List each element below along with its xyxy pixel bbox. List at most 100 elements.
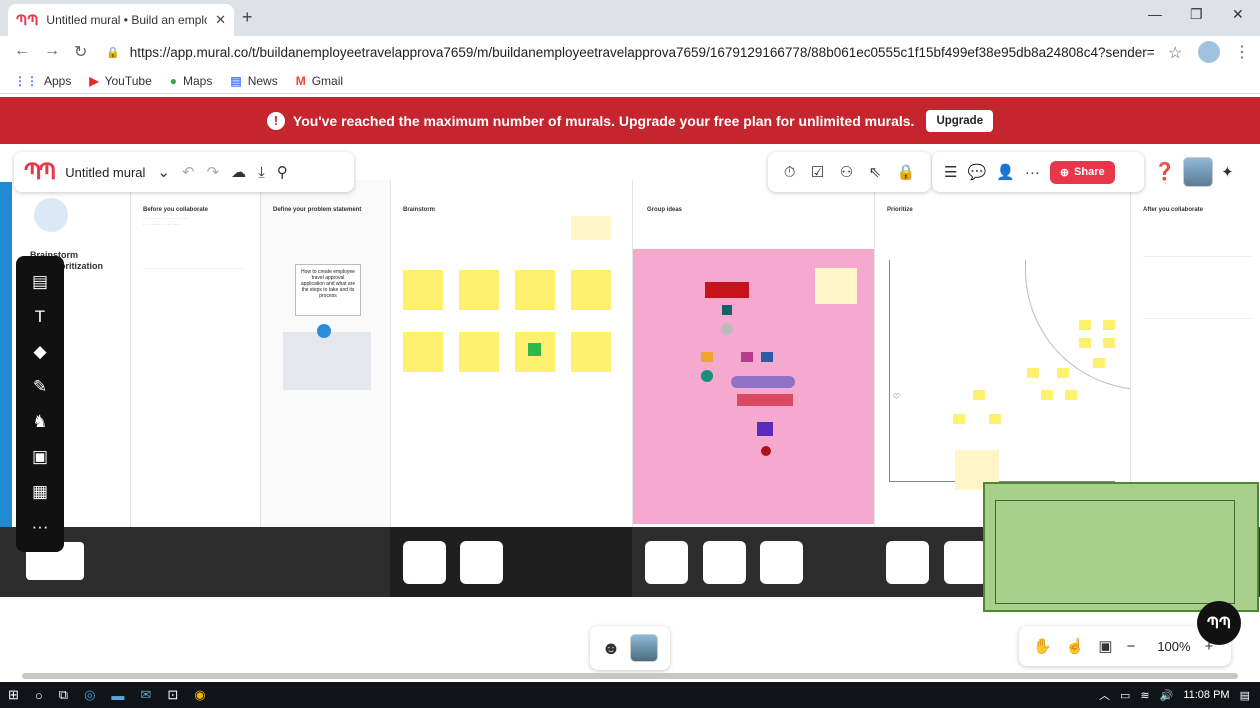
- sticky-group[interactable]: [459, 270, 499, 310]
- share-button[interactable]: ⊕ Share: [1049, 160, 1115, 184]
- help-icon[interactable]: ❓: [1154, 162, 1175, 182]
- shapes-tool-icon[interactable]: ◆: [33, 342, 46, 362]
- task-view-icon[interactable]: ⧉: [59, 687, 68, 703]
- sticky-note[interactable]: [1103, 320, 1115, 330]
- diagram-node-row[interactable]: [731, 376, 795, 388]
- tray-chevron-icon[interactable]: ︿: [1099, 687, 1110, 703]
- mail-icon[interactable]: ✉: [140, 687, 151, 703]
- voting-icon[interactable]: ☑: [811, 163, 824, 181]
- diagram-node[interactable]: [741, 352, 753, 362]
- diagram-node-row[interactable]: [737, 394, 793, 406]
- sticky-note[interactable]: [1057, 368, 1069, 378]
- map-toggle-icon[interactable]: ▣: [1098, 637, 1112, 655]
- mural-logo-icon[interactable]: ՊՊ: [24, 159, 56, 185]
- profile-avatar[interactable]: [1198, 41, 1220, 63]
- thumbnail[interactable]: [645, 541, 688, 584]
- store-icon[interactable]: ⊡: [167, 687, 178, 703]
- templates-tool-icon[interactable]: ▦: [32, 482, 48, 502]
- image-tool-icon[interactable]: ▣: [32, 447, 48, 467]
- chevron-down-icon[interactable]: ⌄: [157, 163, 170, 181]
- user-avatar[interactable]: [630, 634, 659, 662]
- sticky-group[interactable]: [403, 270, 443, 310]
- back-icon[interactable]: ←: [14, 42, 30, 60]
- file-explorer-icon[interactable]: ▬: [111, 688, 124, 703]
- windows-start-icon[interactable]: ⊞: [8, 687, 19, 703]
- sticky-note[interactable]: [1093, 358, 1105, 368]
- sticky-note[interactable]: [973, 390, 985, 400]
- diagram-root[interactable]: [705, 282, 749, 298]
- comments-icon[interactable]: 💬: [967, 163, 986, 181]
- bookmark-apps[interactable]: ⋮⋮ Apps: [14, 74, 71, 88]
- mural-help-fab[interactable]: ՊՊ: [1197, 601, 1241, 645]
- sticky-note-tool-icon[interactable]: ▤: [32, 272, 48, 292]
- private-mode-icon[interactable]: 🔒: [897, 163, 916, 181]
- download-icon[interactable]: ⤓: [258, 164, 265, 181]
- thumbnail[interactable]: [460, 541, 503, 584]
- volume-icon[interactable]: 🔊: [1160, 689, 1174, 702]
- notifications-icon[interactable]: ▤: [1240, 689, 1250, 702]
- sticky-note[interactable]: [1079, 320, 1091, 330]
- sticky-group[interactable]: [403, 332, 443, 372]
- bookmark-star-icon[interactable]: ☆: [1168, 43, 1182, 63]
- diagram-node[interactable]: [701, 352, 713, 362]
- mural-name[interactable]: Untitled mural: [65, 165, 145, 180]
- upgrade-button[interactable]: Upgrade: [926, 109, 994, 132]
- diagram-node[interactable]: [761, 352, 773, 362]
- thumbnail[interactable]: [886, 541, 929, 584]
- forward-icon[interactable]: →: [44, 42, 60, 60]
- sticky-note[interactable]: [1079, 338, 1091, 348]
- search-icon[interactable]: ⚲: [277, 163, 288, 181]
- diagram-node[interactable]: [757, 422, 773, 436]
- user-avatar[interactable]: [1183, 157, 1214, 187]
- outline-icon[interactable]: ☰: [944, 163, 957, 181]
- text-tool-icon[interactable]: T: [35, 307, 45, 327]
- sticky-note[interactable]: [1041, 390, 1053, 400]
- icons-tool-icon[interactable]: ♞: [32, 412, 47, 432]
- sticky-note[interactable]: [1065, 390, 1077, 400]
- smiley-icon[interactable]: ☻: [602, 638, 621, 659]
- chrome-icon[interactable]: ◉: [194, 687, 205, 703]
- minimize-icon[interactable]: —: [1148, 6, 1162, 22]
- undo-icon[interactable]: ↶: [182, 163, 195, 181]
- wifi-icon[interactable]: ≋: [1140, 689, 1149, 702]
- sticky-note[interactable]: [1027, 368, 1039, 378]
- search-icon[interactable]: ○: [35, 688, 43, 703]
- sticky-note[interactable]: [953, 414, 965, 424]
- reload-icon[interactable]: ↻: [74, 42, 87, 62]
- diagram-node[interactable]: [721, 323, 733, 335]
- diagram-node[interactable]: [761, 446, 771, 456]
- green-sticky[interactable]: [528, 343, 541, 356]
- bookmark-news[interactable]: ▤ News: [230, 74, 277, 88]
- sticky-note[interactable]: [989, 414, 1001, 424]
- edge-icon[interactable]: ◎: [84, 687, 95, 703]
- close-tab-icon[interactable]: ✕: [215, 12, 226, 28]
- sticky-group[interactable]: [571, 270, 611, 310]
- url-bar[interactable]: 🔒 https://app.mural.co/t/buildanemployee…: [106, 40, 1154, 64]
- sparkle-icon[interactable]: ✦: [1221, 163, 1234, 181]
- diagram-node[interactable]: [722, 305, 732, 315]
- thumbnail[interactable]: [403, 541, 446, 584]
- zoom-out-icon[interactable]: −: [1127, 638, 1136, 655]
- thumbnail[interactable]: [944, 541, 987, 584]
- diagram-node[interactable]: [701, 370, 713, 382]
- horizontal-scrollbar[interactable]: [22, 673, 1238, 679]
- bookmark-maps[interactable]: ● Maps: [170, 74, 213, 88]
- more-tools-icon[interactable]: ···: [32, 517, 49, 537]
- cloud-saved-icon[interactable]: ☁: [231, 163, 246, 181]
- sticky-note[interactable]: [1103, 338, 1115, 348]
- hand-tool-icon[interactable]: ✋: [1033, 637, 1052, 655]
- timer-icon[interactable]: ⏱: [784, 164, 796, 181]
- sticky-group[interactable]: [571, 332, 611, 372]
- restore-icon[interactable]: ❐: [1190, 6, 1203, 23]
- summon-icon[interactable]: ⚇: [840, 163, 853, 181]
- minimap[interactable]: [983, 482, 1259, 612]
- zoom-level[interactable]: 100%: [1157, 639, 1190, 654]
- browser-menu-icon[interactable]: ⋮: [1234, 42, 1250, 62]
- members-icon[interactable]: 👤: [996, 163, 1015, 181]
- battery-icon[interactable]: ▭: [1120, 689, 1130, 702]
- draw-tool-icon[interactable]: ✎: [33, 377, 47, 397]
- browser-tab[interactable]: ՊՊ Untitled mural • Build an employ ✕: [8, 4, 234, 36]
- select-tool-icon[interactable]: ☝: [1066, 637, 1085, 655]
- clock[interactable]: 11:08 PM: [1183, 689, 1229, 701]
- close-window-icon[interactable]: ✕: [1232, 6, 1244, 23]
